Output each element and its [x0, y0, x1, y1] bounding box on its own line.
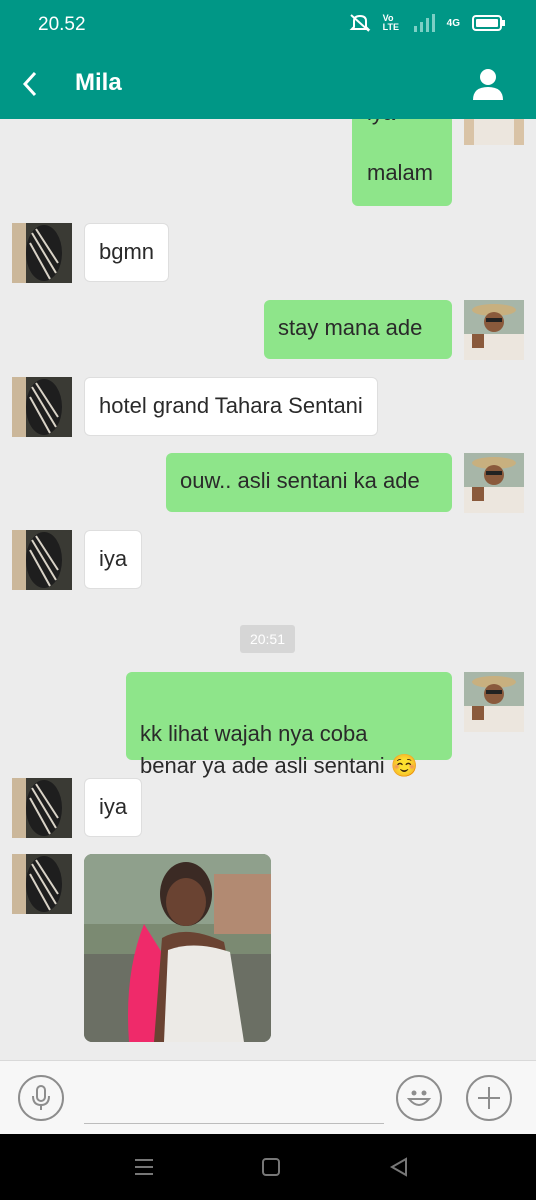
back-button[interactable]	[12, 65, 48, 103]
contact-avatar[interactable]	[12, 778, 72, 838]
message-bubble-incoming[interactable]: iya	[84, 530, 143, 589]
triangle-back-icon	[389, 1157, 407, 1177]
network-type: 4G	[446, 17, 460, 29]
message-text: ouw.. asli sentani ka ade	[180, 468, 420, 493]
message-bubble-incoming[interactable]: bgmn	[84, 223, 170, 282]
chevron-left-icon	[22, 71, 37, 97]
message-input[interactable]	[84, 1079, 384, 1124]
message-text: iya	[367, 119, 437, 129]
contact-avatar[interactable]	[12, 377, 72, 437]
message-text: iya	[99, 546, 128, 571]
volte-badge: Vo LTE	[382, 13, 399, 32]
message-text: stay mana ade	[278, 315, 423, 340]
message-bubble-incoming[interactable]: iya	[84, 778, 143, 837]
message-text: hotel grand Tahara Sentani	[99, 393, 363, 418]
my-avatar[interactable]	[464, 672, 524, 732]
contact-avatar[interactable]	[12, 530, 72, 590]
my-avatar[interactable]	[464, 119, 524, 145]
message-text: iya	[99, 794, 128, 819]
message-text: kk lihat wajah nya coba benar ya ade asl…	[140, 721, 419, 778]
plus-icon	[478, 1087, 500, 1109]
contact-name: Mila	[75, 69, 122, 96]
home-button[interactable]	[260, 1156, 282, 1178]
my-avatar[interactable]	[464, 300, 524, 360]
smiley-icon	[406, 1090, 432, 1106]
my-avatar[interactable]	[464, 453, 524, 513]
message-composer	[0, 1060, 536, 1135]
voice-button[interactable]	[18, 1075, 64, 1121]
home-icon	[262, 1158, 280, 1176]
system-back-button[interactable]	[388, 1156, 410, 1178]
contact-avatar[interactable]	[12, 854, 72, 914]
battery-icon	[472, 15, 505, 31]
add-attachment-button[interactable]	[466, 1075, 512, 1121]
message-text: malam	[367, 160, 434, 185]
contact-avatar[interactable]	[12, 223, 72, 283]
mute-icon	[349, 14, 371, 32]
emoji-button[interactable]	[396, 1075, 442, 1121]
image-message[interactable]	[84, 854, 271, 1042]
status-bar: 20.52 Vo LTE 4G	[0, 0, 536, 50]
message-bubble-outgoing[interactable]: ouw.. asli sentani ka ade	[166, 453, 452, 512]
chat-header: Mila	[0, 50, 536, 119]
message-text: bgmn	[99, 239, 155, 264]
signal-icon	[413, 14, 435, 32]
status-time: 20.52	[38, 14, 86, 35]
microphone-icon	[32, 1085, 50, 1110]
message-bubble-outgoing[interactable]: stay mana ade	[264, 300, 452, 359]
time-divider: 20:51	[240, 625, 295, 653]
message-bubble-incoming[interactable]: hotel grand Tahara Sentani	[84, 377, 378, 436]
recent-apps-button[interactable]	[133, 1156, 155, 1178]
status-icons: Vo LTE 4G	[349, 13, 506, 33]
menu-icon	[135, 1159, 153, 1175]
profile-button[interactable]	[470, 66, 506, 102]
system-nav-bar	[0, 1134, 536, 1200]
message-bubble-outgoing[interactable]: kk lihat wajah nya coba benar ya ade asl…	[126, 672, 452, 778]
message-list[interactable]: iya malam bgmn stay mana ade	[0, 119, 536, 1060]
message-bubble-outgoing[interactable]: iya malam	[352, 119, 452, 206]
person-icon	[473, 69, 503, 100]
